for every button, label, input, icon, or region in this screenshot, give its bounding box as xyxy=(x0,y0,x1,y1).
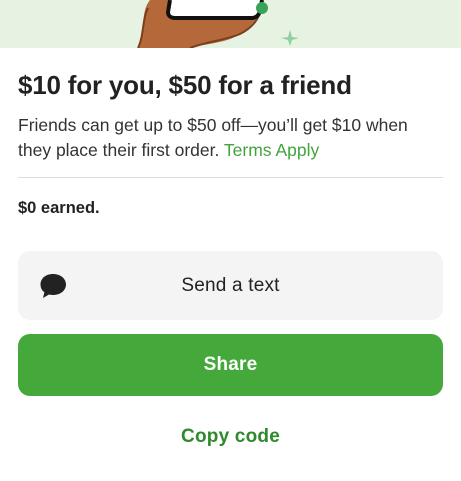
share-button[interactable]: Share xyxy=(18,334,443,396)
send-text-button[interactable]: Send a text xyxy=(18,251,443,320)
terms-apply-link[interactable]: Terms Apply xyxy=(224,140,319,160)
earned-amount: $0 earned. xyxy=(18,199,100,217)
divider xyxy=(18,177,443,178)
copy-code-button[interactable]: Copy code xyxy=(0,426,461,448)
referral-description: Friends can get up to $50 off—you’ll get… xyxy=(18,113,438,163)
description-text: Friends can get up to $50 off—you’ll get… xyxy=(18,115,408,160)
send-text-label: Send a text xyxy=(181,274,280,296)
hero-illustration xyxy=(0,0,461,48)
referral-title: $10 for you, $50 for a friend xyxy=(18,70,352,100)
hand-holding-phone-illustration xyxy=(137,0,299,48)
